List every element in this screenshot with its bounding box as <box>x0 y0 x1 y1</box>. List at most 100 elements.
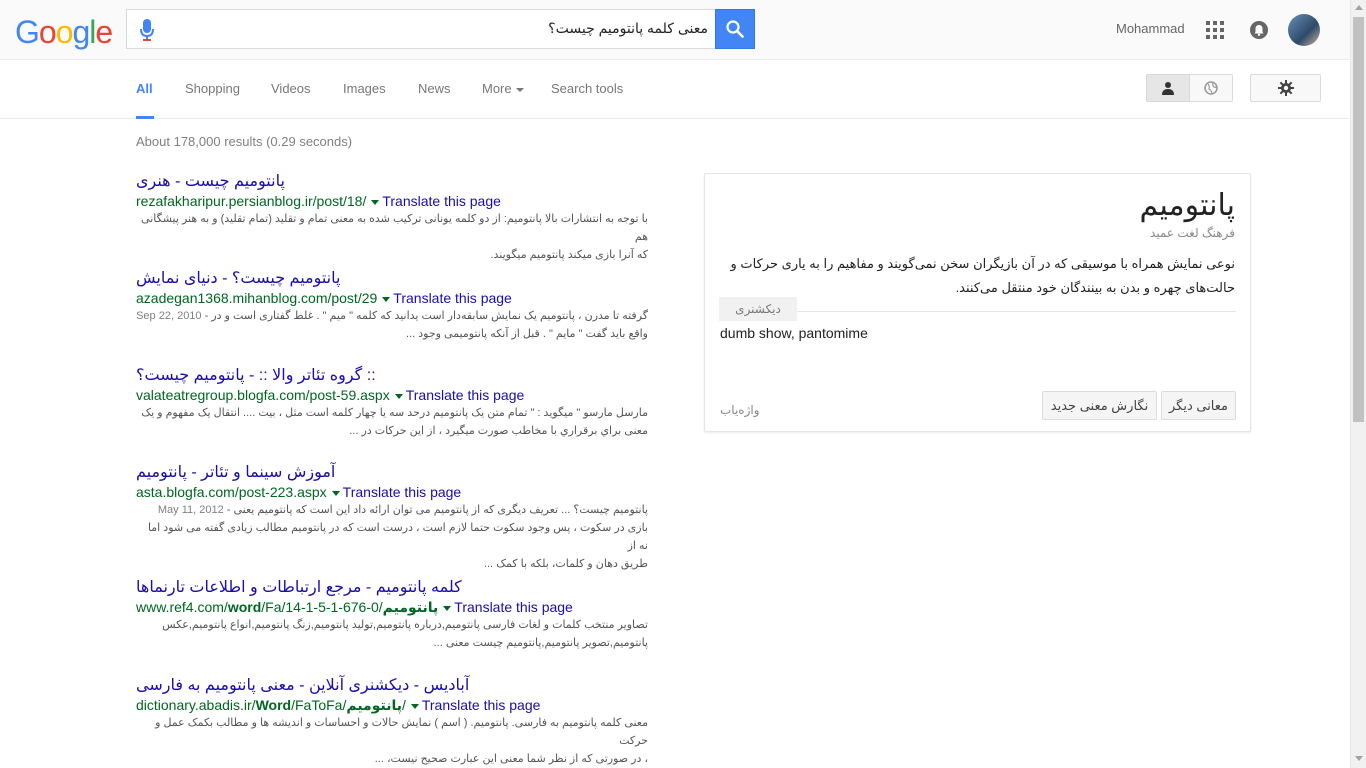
snippet-line: واقع باید گفت " مایم " . قبل از آنکه پان… <box>406 328 648 340</box>
result-title-link[interactable]: آبادیس - دیکشنری آنلاین - معنی پانتومیم … <box>136 676 648 696</box>
url-bold-part: پانتومیم <box>382 599 439 615</box>
caret-down-icon[interactable] <box>394 393 403 399</box>
card-definition: نوعی نمایش همراه با موسیقی که در آن بازی… <box>730 256 1235 295</box>
logo-letter: o <box>55 14 74 50</box>
translate-link[interactable]: Translate this page <box>382 193 501 209</box>
logo-letter: o <box>38 14 57 50</box>
result-url: dictionary.abadis.ir/Word/FaToFa/پانتومی… <box>136 697 406 713</box>
english-translation: dumb show, pantomime <box>720 325 868 341</box>
result-title-link[interactable]: آموزش سینما و تئاتر - پانتومیم <box>136 463 648 483</box>
dictionary-card: پانتومیم فرهنگ لغت عمید نوعی نمایش همراه… <box>704 173 1251 432</box>
caret-down-icon[interactable] <box>382 296 391 302</box>
globe-icon <box>1204 81 1218 95</box>
result-title-link[interactable]: کلمه پانتومیم - مرجع ارتباطات و اطلاعات … <box>136 578 648 598</box>
caret-down-icon <box>515 87 524 92</box>
apps-grid-icon[interactable] <box>1206 21 1224 39</box>
result-snippet: معنی کلمه پانتومیم به فارسی. پانتومیم. (… <box>136 714 648 768</box>
translate-link[interactable]: Translate this page <box>406 387 525 403</box>
translate-link[interactable]: Translate this page <box>422 697 541 713</box>
scrollbar-thumb[interactable] <box>1353 17 1364 422</box>
search-button[interactable] <box>715 9 755 49</box>
other-meanings-button[interactable]: معانی دیگر <box>1161 391 1236 420</box>
result-url-line: asta.blogfa.com/post-223.aspx Translate t… <box>136 483 648 501</box>
logo-letter: G <box>15 14 40 50</box>
search-result: کلمه پانتومیم - مرجع ارتباطات و اطلاعات … <box>136 578 648 652</box>
new-meaning-button[interactable]: نگارش معنی جدید <box>1042 391 1157 420</box>
snippet-line: ، در صورتی که از نظر شما معنی این عبارت … <box>374 753 648 765</box>
scroll-up-arrow-icon[interactable] <box>1355 5 1363 10</box>
search-query-text[interactable]: معنی کلمه پانتومیم چیست؟ <box>548 20 708 37</box>
search-input[interactable]: معنی کلمه پانتومیم چیست؟ <box>126 9 716 49</box>
tab-more[interactable]: More <box>482 81 524 96</box>
result-snippet: با توجه به انتشارات بالا پانتومیم: از دو… <box>136 210 648 264</box>
url-bold-part: Word <box>255 697 292 713</box>
result-url: valateatregroup.blogfa.com/post-59.aspx <box>136 387 390 403</box>
caret-down-icon[interactable] <box>331 490 340 496</box>
caret-down-icon[interactable] <box>371 199 380 205</box>
url-part: /FaToFa/ <box>291 697 347 713</box>
snippet-line: تصاویر منتخب کلمات و لغات فارسی پانتومیم… <box>162 619 648 631</box>
snippet-text: پانتومیم چیست؟ ... تعریف دیگری که از پان… <box>226 504 648 516</box>
card-footer-source[interactable]: واژه‌یاب <box>720 403 760 417</box>
search-tools-button[interactable]: Search tools <box>551 81 623 96</box>
microphone-icon[interactable] <box>139 18 155 42</box>
google-logo[interactable]: Google <box>15 14 113 51</box>
search-result: پانتومیم چیست؟ - دنیای نمایش azadegan136… <box>136 269 648 343</box>
top-header: Google معنی کلمه پانتومیم چیست؟ Mohammad <box>0 0 1350 60</box>
result-stats: About 178,000 results (0.29 seconds) <box>136 134 353 149</box>
snippet-line: بازی در سکوت ، پس وجود سکوت حتما لازم اس… <box>147 522 648 552</box>
result-url: www.ref4.com/word/Fa/14-1-5-1-676-0/پانت… <box>136 599 438 615</box>
dictionary-tab[interactable]: دیکشنری <box>719 297 797 321</box>
caret-down-icon[interactable] <box>443 605 452 611</box>
person-icon <box>1162 82 1174 95</box>
notifications-bell-icon[interactable] <box>1250 21 1268 39</box>
gear-icon <box>1277 80 1294 96</box>
result-snippet: گرفته تا مدرن ، پانتومیم یک نمایش سابقه‌… <box>136 307 648 343</box>
personal-results-toggle <box>1146 74 1233 102</box>
search-result: آموزش سینما و تئاتر - پانتومیم asta.blog… <box>136 463 648 573</box>
result-title-link[interactable]: پانتومیم چیست - هنری <box>136 172 648 192</box>
page-scrollbar[interactable] <box>1350 0 1366 768</box>
user-avatar[interactable] <box>1288 14 1320 46</box>
result-url-line: dictionary.abadis.ir/Word/FaToFa/پانتومی… <box>136 696 648 714</box>
snippet-line: مارسل مارسو " میگوید : " تمام متن یک پان… <box>141 407 648 419</box>
logo-letter: g <box>72 14 90 50</box>
search-result: :: گروه تئاتر والا :: - پانتومیم چیست؟ v… <box>136 366 648 440</box>
result-url: rezafakharipur.persianblog.ir/post/18/ <box>136 193 367 209</box>
result-title-link[interactable]: پانتومیم چیست؟ - دنیای نمایش <box>136 269 648 289</box>
result-url: asta.blogfa.com/post-223.aspx <box>136 484 327 500</box>
scroll-down-arrow-icon[interactable] <box>1355 756 1363 761</box>
translate-link[interactable]: Translate this page <box>393 290 512 306</box>
card-source[interactable]: فرهنگ لغت عمید <box>1150 226 1235 240</box>
search-result: آبادیس - دیکشنری آنلاین - معنی پانتومیم … <box>136 676 648 768</box>
snippet-line: معنی براي برقراري با مخاطب صورت میگیرد ،… <box>349 425 648 437</box>
snippet-line: با توجه به انتشارات بالا پانتومیم: از دو… <box>141 213 648 243</box>
tab-videos[interactable]: Videos <box>271 81 311 96</box>
settings-button[interactable] <box>1250 74 1321 102</box>
user-name[interactable]: Mohammad <box>1116 21 1185 36</box>
card-title: پانتومیم <box>1139 189 1235 222</box>
tab-shopping[interactable]: Shopping <box>185 81 240 96</box>
result-date: Sep 22, 2010 <box>136 310 202 322</box>
tab-images[interactable]: Images <box>343 81 386 96</box>
tab-news[interactable]: News <box>418 81 451 96</box>
personal-results-button[interactable] <box>1147 75 1190 101</box>
result-title-link[interactable]: :: گروه تئاتر والا :: - پانتومیم چیست؟ <box>136 366 648 386</box>
search-result: پانتومیم چیست - هنری rezafakharipur.pers… <box>136 172 648 264</box>
result-url: azadegan1368.mihanblog.com/post/29 <box>136 290 378 306</box>
result-snippet: تصاویر منتخب کلمات و لغات فارسی پانتومیم… <box>136 616 648 652</box>
result-snippet: پانتومیم چیست؟ ... تعریف دیگری که از پان… <box>136 501 648 573</box>
tab-all[interactable]: All <box>136 81 153 96</box>
active-tab-indicator <box>136 116 154 119</box>
caret-down-icon[interactable] <box>410 703 419 709</box>
translate-link[interactable]: Translate this page <box>343 484 462 500</box>
search-icon <box>726 20 744 38</box>
url-part: dictionary.abadis.ir/ <box>136 697 256 713</box>
result-date: May 11, 2012 <box>157 504 224 516</box>
translate-link[interactable]: Translate this page <box>454 599 573 615</box>
url-part: /Fa/14-1-5-1-676-0/ <box>261 599 383 615</box>
url-part: www.ref4.com/ <box>136 599 228 615</box>
url-part: / <box>401 697 406 713</box>
snippet-line: که آنرا بازی میکند پانتومیم میگویند. <box>490 249 648 261</box>
global-results-button[interactable] <box>1190 75 1232 101</box>
